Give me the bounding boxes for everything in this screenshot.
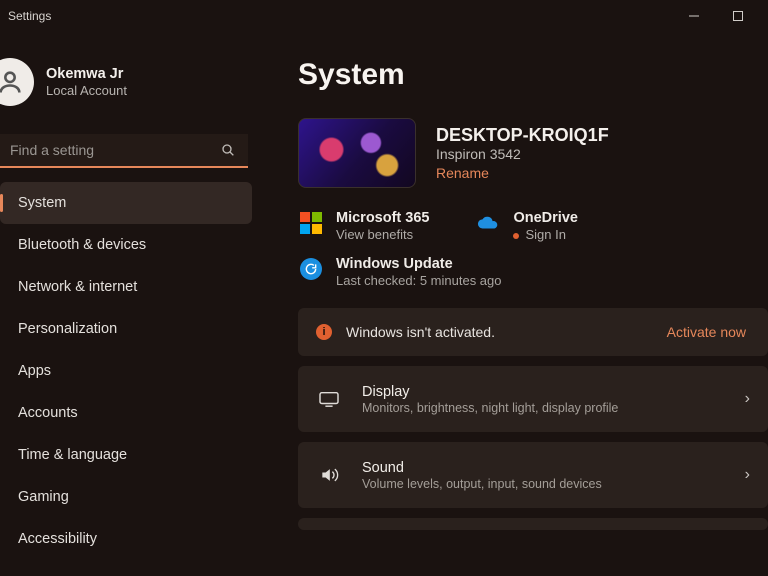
windows-update-block[interactable]: Windows Update Last checked: 5 minutes a…	[298, 256, 768, 288]
settings-card-sound[interactable]: Sound Volume levels, output, input, soun…	[298, 442, 768, 508]
maximize-button[interactable]	[716, 2, 760, 30]
nav-label: Apps	[18, 363, 51, 379]
nav-item-network[interactable]: Network & internet	[0, 266, 252, 308]
nav: System Bluetooth & devices Network & int…	[0, 182, 258, 560]
device-block: DESKTOP-KROIQ1F Inspiron 3542 Rename	[298, 118, 768, 188]
device-name: DESKTOP-KROIQ1F	[436, 125, 609, 146]
page-title: System	[298, 58, 768, 92]
nav-label: Time & language	[18, 447, 127, 463]
service-sub: Sign In	[513, 227, 577, 242]
nav-item-time-language[interactable]: Time & language	[0, 434, 252, 476]
nav-item-system[interactable]: System	[0, 182, 252, 224]
display-icon	[316, 390, 342, 408]
profile-block[interactable]: Okemwa Jr Local Account	[0, 32, 258, 134]
chevron-right-icon: ›	[745, 466, 750, 484]
nav-item-accounts[interactable]: Accounts	[0, 392, 252, 434]
nav-item-accessibility[interactable]: Accessibility	[0, 518, 252, 560]
service-title: OneDrive	[513, 210, 577, 226]
nav-label: Accessibility	[18, 531, 97, 547]
onedrive-icon	[477, 212, 499, 234]
search-icon	[220, 142, 236, 163]
profile-name: Okemwa Jr	[46, 66, 127, 82]
nav-label: Personalization	[18, 321, 117, 337]
attention-dot-icon	[513, 233, 519, 239]
sound-icon	[316, 465, 342, 485]
activate-now-link[interactable]: Activate now	[667, 324, 750, 340]
nav-item-gaming[interactable]: Gaming	[0, 476, 252, 518]
service-m365[interactable]: Microsoft 365 View benefits	[300, 210, 429, 242]
m365-icon	[300, 212, 322, 234]
chevron-right-icon: ›	[745, 390, 750, 408]
settings-card-display[interactable]: Display Monitors, brightness, night ligh…	[298, 366, 768, 432]
card-sub: Volume levels, output, input, sound devi…	[362, 477, 725, 491]
nav-label: Bluetooth & devices	[18, 237, 146, 253]
nav-item-bluetooth[interactable]: Bluetooth & devices	[0, 224, 252, 266]
search-input[interactable]	[0, 134, 248, 168]
update-title: Windows Update	[336, 256, 502, 272]
sidebar: Okemwa Jr Local Account System Bluetooth…	[0, 32, 258, 576]
settings-card-partial[interactable]	[298, 518, 768, 530]
nav-label: Accounts	[18, 405, 78, 421]
profile-account-type: Local Account	[46, 83, 127, 98]
nav-item-personalization[interactable]: Personalization	[0, 308, 252, 350]
nav-label: Gaming	[18, 489, 69, 505]
nav-label: Network & internet	[18, 279, 137, 295]
device-rename-link[interactable]: Rename	[436, 165, 609, 181]
device-model: Inspiron 3542	[436, 146, 609, 162]
avatar	[0, 58, 34, 106]
service-onedrive[interactable]: OneDrive Sign In	[477, 210, 577, 242]
nav-label: System	[18, 195, 66, 211]
service-sub: View benefits	[336, 227, 429, 242]
titlebar: Settings	[0, 0, 768, 32]
minimize-button[interactable]	[672, 2, 716, 30]
device-image	[298, 118, 416, 188]
nav-item-apps[interactable]: Apps	[0, 350, 252, 392]
card-title: Sound	[362, 460, 725, 476]
card-title: Display	[362, 384, 725, 400]
service-title: Microsoft 365	[336, 210, 429, 226]
card-sub: Monitors, brightness, night light, displ…	[362, 401, 725, 415]
info-icon: i	[316, 324, 332, 340]
update-sub: Last checked: 5 minutes ago	[336, 273, 502, 288]
activation-banner: i Windows isn't activated. Activate now	[298, 308, 768, 356]
update-sync-icon	[300, 258, 322, 280]
main-panel: System DESKTOP-KROIQ1F Inspiron 3542 Ren…	[258, 32, 768, 576]
window-title: Settings	[8, 9, 51, 23]
activation-message: Windows isn't activated.	[346, 324, 653, 340]
